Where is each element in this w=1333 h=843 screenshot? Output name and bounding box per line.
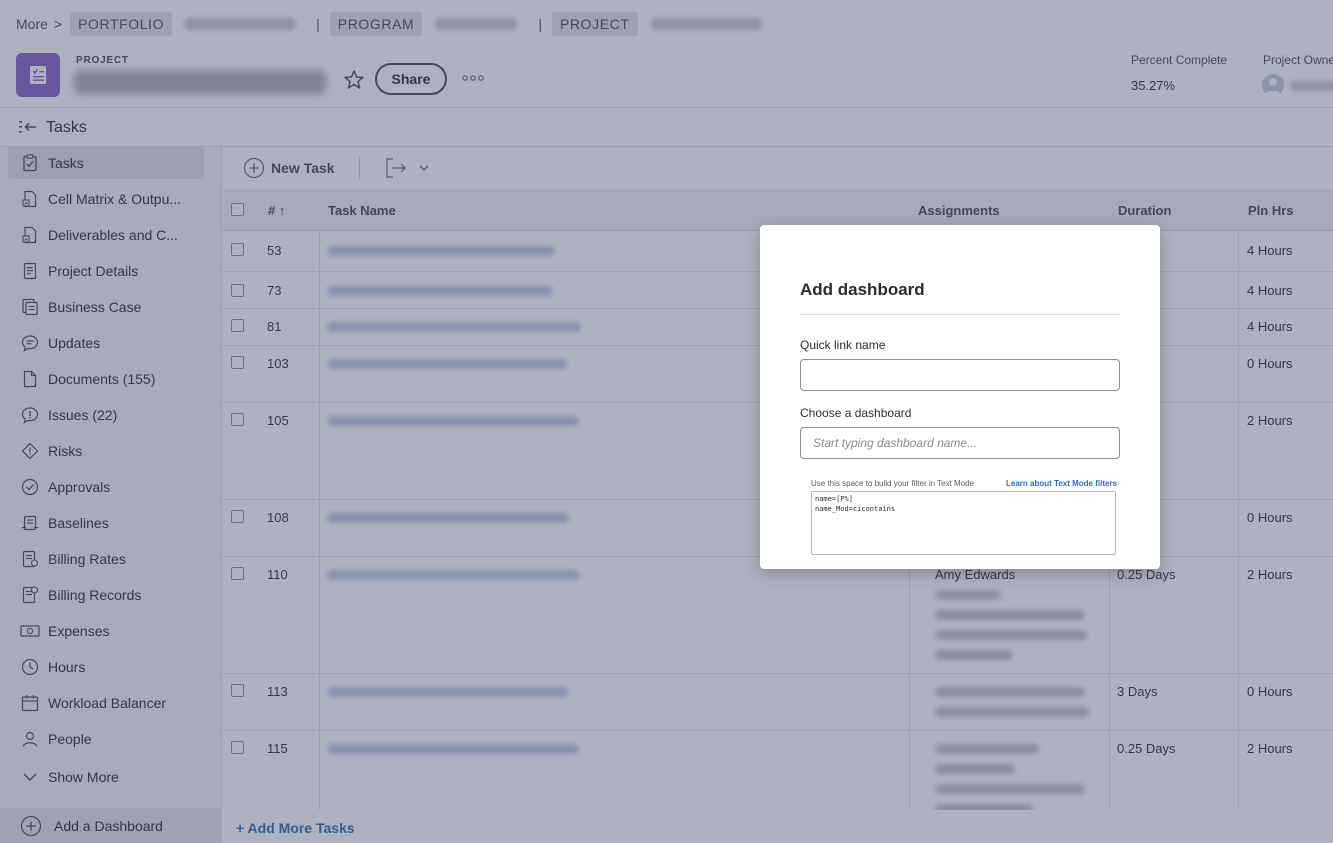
add-dashboard-modal: Add dashboard Quick link name Choose a d… [760, 225, 1160, 569]
quick-link-name-label: Quick link name [800, 338, 886, 352]
quick-link-name-input[interactable] [800, 359, 1120, 391]
text-mode-filters-link[interactable]: Learn about Text Mode filters [1006, 479, 1117, 488]
modal-title: Add dashboard [800, 280, 925, 299]
choose-dashboard-label: Choose a dashboard [800, 406, 912, 420]
modal-divider [800, 314, 1120, 315]
filter-hint-text: Use this space to build your filter in T… [811, 479, 975, 488]
dashboard-search-input[interactable] [800, 427, 1120, 459]
text-mode-filter-textarea[interactable]: name=[P%] name_Mod=cicontains [811, 491, 1116, 555]
